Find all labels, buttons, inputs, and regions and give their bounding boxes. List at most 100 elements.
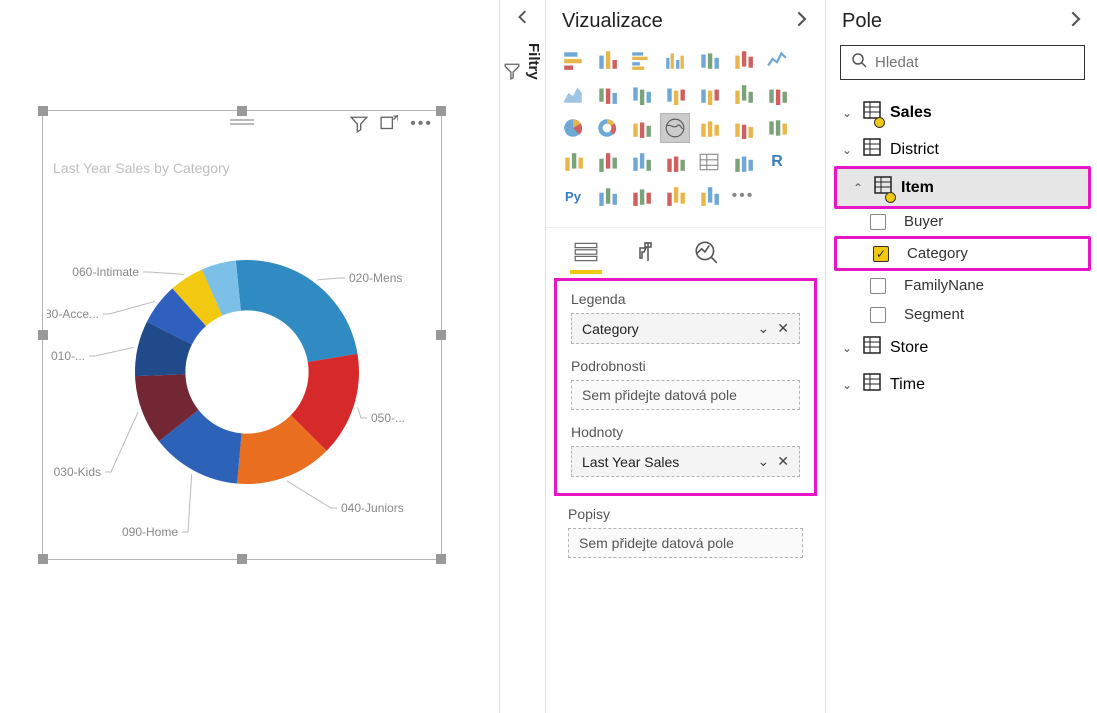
drag-grip-icon[interactable] — [230, 119, 254, 125]
viz-tile-clustered-bar[interactable] — [626, 45, 656, 75]
viz-tile-funnel[interactable] — [728, 113, 758, 143]
checkbox-icon[interactable] — [870, 307, 886, 323]
viz-tile-filled-map[interactable] — [694, 113, 724, 143]
resize-handle[interactable] — [38, 106, 48, 116]
viz-tile-donut[interactable] — [592, 113, 622, 143]
slice-label: 030-Kids — [54, 465, 101, 479]
viz-tile-multi-card[interactable] — [592, 147, 622, 177]
fields-search-input[interactable] — [875, 54, 1074, 71]
table-item[interactable]: ⌃ Item — [837, 169, 1088, 206]
viz-tile-line-col2[interactable] — [660, 79, 690, 109]
tooltips-well[interactable]: Sem přidejte datová pole — [568, 528, 803, 558]
viz-tile-area[interactable] — [558, 79, 588, 109]
values-well[interactable]: Last Year Sales ⌄ ✕ — [571, 446, 800, 477]
filters-bookmark-icon — [503, 62, 521, 85]
checkbox-checked-icon[interactable]: ✓ — [873, 246, 889, 262]
legend-well[interactable]: Category ⌄ ✕ — [571, 313, 800, 344]
fields-search[interactable] — [840, 45, 1085, 80]
chevron-down-icon[interactable]: ⌄ — [758, 320, 770, 337]
field-label: Buyer — [904, 213, 943, 230]
viz-tile-scatter[interactable] — [762, 79, 792, 109]
viz-tile-map[interactable] — [660, 113, 690, 143]
viz-tile-table[interactable] — [694, 147, 724, 177]
table-district[interactable]: ⌄ District — [826, 131, 1097, 168]
checkbox-icon[interactable] — [870, 278, 886, 294]
field-buyer[interactable]: Buyer — [826, 207, 1097, 236]
values-well-section: Hodnoty Last Year Sales ⌄ ✕ — [571, 424, 800, 477]
field-label: FamilyNane — [904, 277, 984, 294]
donut-slice[interactable] — [236, 260, 358, 362]
viz-tile-line[interactable] — [762, 45, 792, 75]
field-segment[interactable]: Segment — [826, 300, 1097, 329]
analytics-tab[interactable] — [690, 236, 722, 268]
filter-icon[interactable] — [350, 115, 368, 138]
chevron-down-icon[interactable]: ⌄ — [840, 106, 854, 120]
viz-tile-ribbon[interactable] — [694, 79, 724, 109]
donut-chart[interactable]: 020-Mens050-...040-Juniors090-Home030-Ki… — [43, 182, 441, 584]
table-time[interactable]: ⌄ Time — [826, 366, 1097, 403]
viz-tile-py[interactable]: Py — [558, 181, 588, 211]
tooltips-well-label: Popisy — [568, 506, 803, 522]
viz-tile-paginated[interactable] — [694, 181, 724, 211]
slice-label: 010-... — [51, 349, 85, 363]
focus-mode-icon[interactable] — [380, 115, 398, 138]
details-well-section: Podrobnosti Sem přidejte datová pole — [571, 358, 800, 410]
viz-tile-stacked-bar[interactable] — [558, 45, 588, 75]
chevron-down-icon[interactable]: ⌄ — [758, 453, 770, 470]
details-well[interactable]: Sem přidejte datová pole — [571, 380, 800, 410]
chevron-down-icon[interactable]: ⌄ — [840, 341, 854, 355]
format-tab[interactable] — [630, 236, 662, 268]
collapse-viz-pane-icon[interactable] — [793, 10, 809, 33]
viz-tile-more[interactable]: ••• — [728, 181, 758, 211]
report-canvas[interactable]: ••• Last Year Sales by Category 020-Mens… — [0, 0, 500, 713]
viz-tile-key-influencers[interactable] — [592, 181, 622, 211]
chevron-up-icon[interactable]: ⌃ — [851, 181, 865, 195]
field-label: Segment — [904, 306, 964, 323]
expand-filters-icon[interactable] — [516, 11, 530, 27]
table-label: Item — [901, 179, 934, 197]
table-sales[interactable]: ⌄ Sales — [826, 94, 1097, 131]
table-label: District — [890, 141, 939, 159]
viz-tile-gauge[interactable] — [762, 113, 792, 143]
table-icon — [862, 100, 882, 125]
viz-tile-stacked-column[interactable] — [592, 45, 622, 75]
table-icon — [862, 335, 882, 360]
donut-visual-frame[interactable]: ••• Last Year Sales by Category 020-Mens… — [42, 110, 442, 560]
chevron-down-icon[interactable]: ⌄ — [840, 378, 854, 392]
chevron-down-icon[interactable]: ⌄ — [840, 143, 854, 157]
viz-tile-qna[interactable] — [660, 181, 690, 211]
remove-field-icon[interactable]: ✕ — [777, 453, 789, 470]
visualization-type-gallery: R Py ••• — [546, 45, 825, 221]
field-familyname[interactable]: FamilyNane — [826, 271, 1097, 300]
table-label: Time — [890, 376, 925, 394]
field-category[interactable]: ✓ Category — [837, 239, 1088, 268]
viz-tile-kpi[interactable] — [626, 147, 656, 177]
filters-label: Filtry — [525, 43, 542, 80]
remove-field-icon[interactable]: ✕ — [777, 320, 789, 337]
table-store[interactable]: ⌄ Store — [826, 329, 1097, 366]
more-options-icon[interactable]: ••• — [410, 115, 433, 138]
resize-handle[interactable] — [237, 106, 247, 116]
fields-tab[interactable] — [570, 236, 602, 268]
viz-tile-decomp[interactable] — [626, 181, 656, 211]
resize-handle[interactable] — [436, 106, 446, 116]
slice-label: 040-Juniors — [341, 501, 404, 515]
viz-tile-pie[interactable] — [558, 113, 588, 143]
tooltips-well-section: Popisy Sem přidejte datová pole — [546, 496, 825, 558]
viz-tile-matrix[interactable] — [728, 147, 758, 177]
values-well-value: Last Year Sales — [582, 454, 679, 470]
viz-tile-100-column[interactable] — [728, 45, 758, 75]
viz-tile-line-col[interactable] — [626, 79, 656, 109]
viz-tile-waterfall[interactable] — [728, 79, 758, 109]
viz-tile-r[interactable]: R — [762, 147, 792, 177]
viz-tile-clustered-column[interactable] — [660, 45, 690, 75]
filters-pane-collapsed[interactable]: Filtry — [500, 0, 546, 713]
field-label: Category — [907, 245, 968, 262]
viz-tile-slicer[interactable] — [660, 147, 690, 177]
viz-tile-card[interactable] — [558, 147, 588, 177]
checkbox-icon[interactable] — [870, 214, 886, 230]
viz-tile-stacked-area[interactable] — [592, 79, 622, 109]
collapse-fields-pane-icon[interactable] — [1067, 10, 1083, 33]
viz-tile-100-bar[interactable] — [694, 45, 724, 75]
viz-tile-treemap[interactable] — [626, 113, 656, 143]
